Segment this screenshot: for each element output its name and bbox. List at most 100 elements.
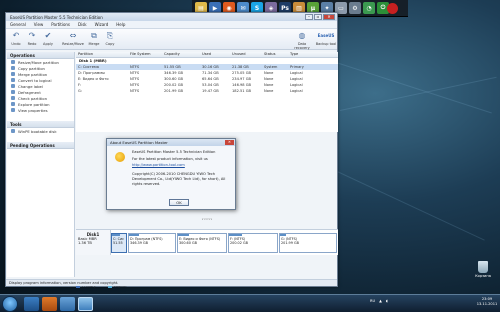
table-row[interactable]: G: NTFS 201.99 GB 19.47 GB 182.51 GB None Logi… xyxy=(76,88,338,94)
col-partition[interactable]: Partition xyxy=(76,52,128,57)
partition-table: Partition File System Capacity Used Unus… xyxy=(76,52,338,132)
menu-partitions[interactable]: Partitions xyxy=(51,22,70,27)
menu-wizard[interactable]: Wizard xyxy=(95,22,109,27)
segment-usage-bar xyxy=(129,234,139,236)
cell-fs: NTFS xyxy=(130,89,140,93)
close-button[interactable]: ✕ xyxy=(323,14,335,20)
menu-disk[interactable]: Disk xyxy=(78,22,87,27)
dialog-url-link[interactable]: http://www.partition-tool.com xyxy=(132,163,232,167)
maximize-button[interactable]: ▫ xyxy=(314,14,322,20)
explorer-taskbar-icon[interactable] xyxy=(60,297,75,311)
operation-item-label: Defragment xyxy=(18,89,41,95)
operation-item-label: Copy partition xyxy=(18,65,45,71)
clock[interactable]: 23:09 13.11.2011 xyxy=(476,297,498,307)
backup-tool-button[interactable]: EaseUS Backup tool xyxy=(315,31,337,46)
about-dialog: About EaseUS Partition Master ✕ EaseUS P… xyxy=(106,138,236,210)
copy-label: Copy xyxy=(105,42,115,46)
disk-segment[interactable]: C: Сис 51.55 xyxy=(111,233,127,253)
operation-item-icon xyxy=(11,108,15,112)
col-used[interactable]: Used xyxy=(200,52,230,57)
taskbar: RU ▲ ◖ 23:09 13.11.2011 xyxy=(0,294,500,312)
tool-icon[interactable]: ⚙ xyxy=(349,2,361,14)
window-title: EaseUS Partition Master 5.5 Technician E… xyxy=(10,14,103,20)
operation-item-label: Explore partition xyxy=(18,101,50,107)
operation-item-icon xyxy=(11,102,15,106)
recovery-icon: ◍ xyxy=(298,31,306,40)
apply-icon: ✔ xyxy=(44,31,52,40)
data-recovery-label: Data recovery xyxy=(294,42,310,50)
clock-date: 13.11.2011 xyxy=(476,302,498,306)
disk-segment[interactable]: F: (NTFS) 200.02 GB xyxy=(228,233,278,253)
data-recovery-button[interactable]: ◍ Data recovery xyxy=(291,31,313,50)
disk-segment[interactable]: G: (NTFS) 201.99 GB xyxy=(279,233,337,253)
col-capacity[interactable]: Capacity xyxy=(162,52,200,57)
segment-size: 201.99 GB xyxy=(281,241,299,245)
firefox-taskbar-icon[interactable] xyxy=(42,297,57,311)
operation-item-icon xyxy=(11,90,15,94)
ie-taskbar-icon[interactable] xyxy=(24,297,39,311)
operation-item-label: Check partition xyxy=(18,95,48,101)
recycle-bin[interactable]: Корзина xyxy=(470,261,496,278)
operation-item-icon xyxy=(11,78,15,82)
col-unused[interactable]: Unused xyxy=(230,52,262,57)
recycle-bin-icon xyxy=(478,261,488,273)
merge-button[interactable]: ⧉ Merge xyxy=(86,31,102,46)
toolbar: ↶ Undo ↷ Redo ✔ Apply ⇔ Resize/Move ⧉ Merge ⎘… xyxy=(6,29,337,50)
copy-button[interactable]: ⎘ Copy xyxy=(102,31,118,46)
ok-button[interactable]: OK xyxy=(169,199,189,206)
network-icon[interactable]: ▲ xyxy=(379,299,382,303)
operation-item-label: Convert to logical xyxy=(18,77,52,83)
dialog-copyright: Copyright(C) 2006-2010 CHENGDU YIWO Tech… xyxy=(132,172,226,186)
cell-type: Logical xyxy=(290,89,303,93)
redo-icon: ↷ xyxy=(28,31,36,40)
operations-header[interactable]: Operations xyxy=(7,52,74,59)
volume-icon[interactable]: ◖ xyxy=(386,299,388,303)
col-status[interactable]: Status xyxy=(262,52,288,57)
menu-general[interactable]: General xyxy=(10,22,26,27)
table-body: C: Система NTFS 51.55 GB 30.16 GB 21.38 GB Sy… xyxy=(76,64,338,94)
operation-item-label: Merge partition xyxy=(18,71,48,77)
operation-item-icon xyxy=(11,72,15,76)
segment-usage-bar xyxy=(280,234,286,236)
start-button[interactable] xyxy=(2,296,18,312)
cell-partition: G: xyxy=(78,89,82,93)
menu-view[interactable]: View xyxy=(34,22,44,27)
chart-icon[interactable]: ◔ xyxy=(363,2,375,14)
resize-move-button[interactable]: ⇔ Resize/Move xyxy=(62,31,84,46)
language-indicator[interactable]: RU xyxy=(370,299,375,303)
recycle-bin-label: Корзина xyxy=(475,274,491,278)
cell-unused: 182.51 GB xyxy=(232,89,251,93)
undo-button[interactable]: ↶ Undo xyxy=(8,31,24,46)
pending-operations-header[interactable]: Pending Operations xyxy=(7,142,74,149)
disk-info[interactable]: Disk1 Basic MBR 1.36 TB xyxy=(76,230,111,255)
segment-size: 200.02 GB xyxy=(230,241,248,245)
dialog-close-button[interactable]: ✕ xyxy=(225,140,234,145)
dock-close-icon[interactable] xyxy=(387,3,398,14)
col-filesystem[interactable]: File System xyxy=(128,52,162,57)
disk-segment[interactable]: E: Видео и Фото (NTFS) 300.60 GB xyxy=(177,233,227,253)
resize-label: Resize/Move xyxy=(62,42,84,46)
redo-button[interactable]: ↷ Redo xyxy=(24,31,40,46)
system-tray: RU ▲ ◖ xyxy=(370,299,388,303)
segment-size: 300.60 GB xyxy=(179,241,197,245)
apply-label: Apply xyxy=(43,42,53,46)
apply-button[interactable]: ✔ Apply xyxy=(40,31,56,46)
col-type[interactable]: Type xyxy=(288,52,314,57)
disk-segments: C: Сис 51.55 D: Програм (NTFS) 346.39 GB E: … xyxy=(111,230,338,255)
redo-label: Redo xyxy=(27,42,37,46)
sidebar: Operations Resize/Move partition Copy part… xyxy=(7,52,75,277)
disk-segment[interactable]: D: Програм (NTFS) 346.39 GB xyxy=(128,233,176,253)
partition-master-taskbar-icon[interactable] xyxy=(78,297,93,311)
menu-help[interactable]: Help xyxy=(116,22,125,27)
segment-usage-bar xyxy=(229,234,242,236)
tool-item-icon xyxy=(11,129,15,133)
pane-splitter[interactable]: ∨∨∨∨∨ xyxy=(76,218,338,221)
window-titlebar: EaseUS Partition Master 5.5 Technician E… xyxy=(6,13,337,21)
status-bar: Display program information, version num… xyxy=(6,279,337,286)
brand-logo: EaseUS xyxy=(317,33,335,38)
segment-size: 51.55 xyxy=(113,241,123,245)
tools-header[interactable]: Tools xyxy=(7,121,74,128)
dialog-titlebar: About EaseUS Partition Master ✕ xyxy=(107,139,235,146)
minimize-button[interactable]: – xyxy=(305,14,313,20)
merge-label: Merge xyxy=(88,42,100,46)
